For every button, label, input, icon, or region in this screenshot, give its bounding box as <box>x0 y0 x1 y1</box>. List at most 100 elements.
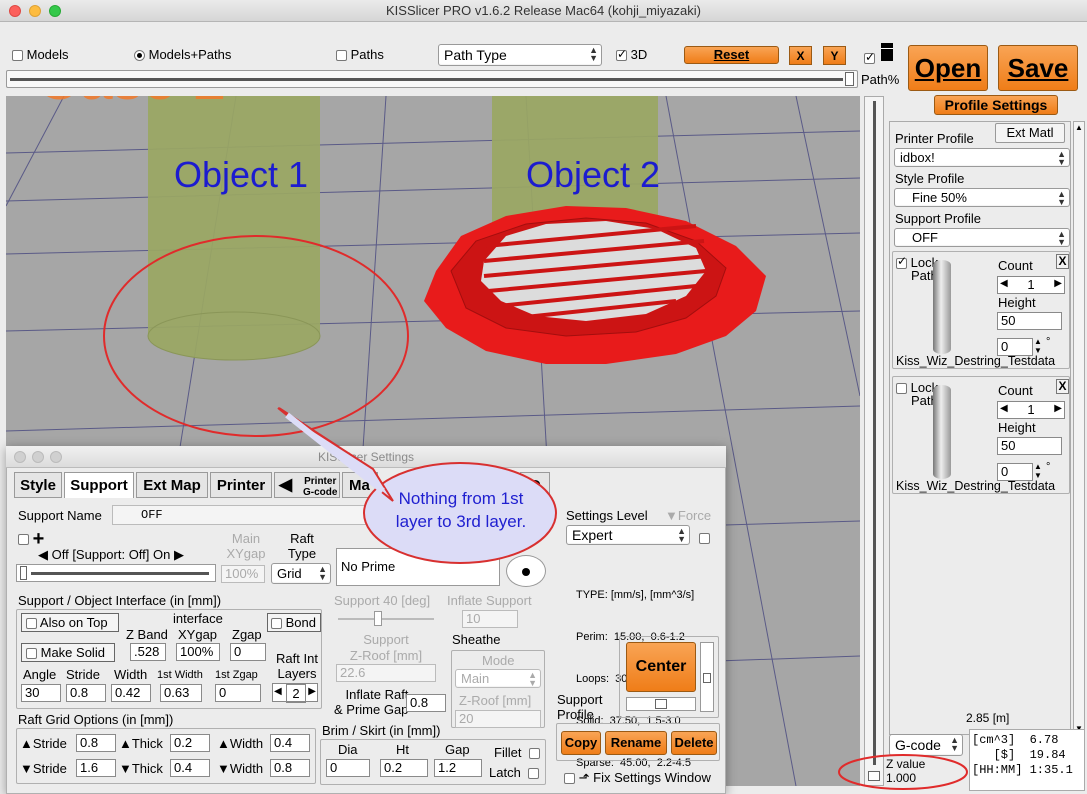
brim-dia-input[interactable]: 0 <box>326 759 370 777</box>
3d-checkbox-group[interactable]: 3D <box>616 47 647 62</box>
3d-checkbox[interactable] <box>616 47 627 62</box>
up-stride-input[interactable]: 0.8 <box>76 734 116 752</box>
height-input-2[interactable]: 50 <box>997 437 1062 455</box>
bond-toggle[interactable]: Bond <box>267 613 321 632</box>
first-zgap-input[interactable]: 0 <box>215 684 261 702</box>
raft-int-layers-value[interactable]: 2 <box>286 684 306 703</box>
up-thick-input[interactable]: 0.2 <box>170 734 210 752</box>
sheathe-mode-select[interactable]: Main ▲ ▼ <box>455 669 541 688</box>
support-angle-handle[interactable] <box>374 611 382 626</box>
increment-icon[interactable]: ▶ <box>1054 278 1062 289</box>
center-vertical-handle[interactable] <box>703 673 711 683</box>
make-solid-toggle[interactable]: Make Solid <box>21 643 115 662</box>
delete-profile-button[interactable]: Delete <box>671 731 717 755</box>
paths-checkbox-group[interactable]: Paths <box>336 47 384 62</box>
printer-profile-select[interactable]: idbox! ▲ ▼ <box>894 148 1070 167</box>
path-pct-checkbox-group[interactable] <box>864 50 875 65</box>
settings-level-select[interactable]: Expert ▲ ▼ <box>566 525 690 545</box>
close-window-button[interactable] <box>9 5 21 17</box>
support-enable-checkbox[interactable] <box>18 534 29 545</box>
down-thick-input[interactable]: 0.4 <box>170 759 210 777</box>
tab-ext-map[interactable]: Ext Map <box>136 472 208 498</box>
path-pct-checkbox[interactable] <box>864 50 875 65</box>
lock-paths-checkbox-1[interactable] <box>896 255 907 270</box>
paths-checkbox[interactable] <box>336 50 347 62</box>
fix-settings-checkbox[interactable] <box>564 773 575 785</box>
latch-checkbox[interactable] <box>528 768 540 780</box>
models-paths-radio-group[interactable]: Models+Paths <box>134 47 231 62</box>
increment-icon[interactable]: ▶ <box>308 686 316 697</box>
remove-object-button-1[interactable]: X <box>1056 254 1069 269</box>
settings-zoom-button[interactable] <box>50 451 62 463</box>
path-type-select[interactable]: Path Type ▲ ▼ <box>438 44 602 66</box>
inflate-raft-input[interactable]: 0.8 <box>406 694 446 712</box>
make-solid-checkbox[interactable] <box>26 648 37 660</box>
support-zroof-input[interactable]: 22.6 <box>336 664 436 682</box>
lock-paths-checkbox-2[interactable] <box>896 383 907 395</box>
rotation-stepper-icon[interactable]: ▲ ▼ <box>1034 337 1042 355</box>
tab-printer[interactable]: Printer <box>210 472 272 498</box>
count-stepper-2[interactable]: ◀ 1 ▶ <box>997 401 1065 419</box>
reset-button[interactable]: Reset <box>684 46 779 64</box>
open-button[interactable]: Open <box>908 45 988 91</box>
stride-input[interactable]: 0.8 <box>66 684 106 702</box>
object-1-cylinder[interactable] <box>147 96 321 361</box>
width-input[interactable]: 0.42 <box>111 684 151 702</box>
y-axis-button[interactable]: Y <box>823 46 846 65</box>
support-amount-slider[interactable] <box>16 564 216 582</box>
rotation-stepper-icon[interactable]: ▲ ▼ <box>1034 462 1042 480</box>
latch-group[interactable]: Latch <box>489 765 540 780</box>
support-profile-select[interactable]: OFF ▲ ▼ <box>894 228 1070 247</box>
main-xygap-input[interactable]: 100% <box>221 565 265 583</box>
minimize-window-button[interactable] <box>29 5 41 17</box>
ext-matl-button[interactable]: Ext Matl <box>995 123 1065 143</box>
center-horizontal-slider[interactable] <box>626 697 696 711</box>
raft-int-layers-stepper[interactable]: ◀ 2 ▶ <box>272 683 318 703</box>
center-horizontal-handle[interactable] <box>655 699 667 709</box>
force-checkbox-group[interactable] <box>699 530 710 545</box>
force-checkbox[interactable] <box>699 533 710 545</box>
also-on-top-toggle[interactable]: Also on Top <box>21 613 119 632</box>
bond-checkbox[interactable] <box>271 618 282 630</box>
sheathe-zroof-input[interactable]: 20 <box>455 710 541 728</box>
tab-support[interactable]: Support <box>64 472 134 498</box>
zband-input[interactable]: .528 <box>130 643 166 661</box>
remove-object-button-2[interactable]: X <box>1056 379 1069 394</box>
profile-settings-button[interactable]: Profile Settings <box>934 95 1058 115</box>
support-amount-handle[interactable] <box>20 566 27 580</box>
brim-gap-input[interactable]: 1.2 <box>434 759 482 777</box>
zoom-window-button[interactable] <box>49 5 61 17</box>
copy-profile-button[interactable]: Copy <box>561 731 601 755</box>
rename-profile-button[interactable]: Rename <box>605 731 667 755</box>
raft-type-select[interactable]: Grid ▲ ▼ <box>271 563 331 584</box>
models-checkbox[interactable] <box>12 50 23 62</box>
count-stepper-1[interactable]: ◀ 1 ▶ <box>997 276 1065 294</box>
decrement-icon[interactable]: ◀ <box>274 686 282 697</box>
angle-input[interactable]: 30 <box>21 684 61 702</box>
save-button[interactable]: Save <box>998 45 1078 91</box>
path-slider[interactable] <box>6 70 858 88</box>
style-profile-select[interactable]: Fine 50% ▲ ▼ <box>894 188 1070 207</box>
fix-settings-group[interactable]: ⬏ Fix Settings Window <box>564 770 711 786</box>
tab-style[interactable]: Style <box>14 472 62 498</box>
settings-close-button[interactable] <box>14 451 26 463</box>
down-width-input[interactable]: 0.8 <box>270 759 310 777</box>
height-input-1[interactable]: 50 <box>997 312 1062 330</box>
models-checkbox-group[interactable]: Models <box>12 47 69 62</box>
path-slider-handle[interactable] <box>845 72 854 86</box>
center-vertical-slider[interactable] <box>700 642 714 712</box>
x-axis-button[interactable]: X <box>789 46 812 65</box>
brim-ht-input[interactable]: 0.2 <box>380 759 428 777</box>
xygap-input[interactable]: 100% <box>176 643 220 661</box>
fillet-group[interactable]: Fillet <box>494 745 541 760</box>
down-stride-input[interactable]: 1.6 <box>76 759 116 777</box>
support-angle-slider[interactable] <box>336 611 436 627</box>
up-width-input[interactable]: 0.4 <box>270 734 310 752</box>
also-on-top-checkbox[interactable] <box>26 618 37 630</box>
models-paths-radio[interactable] <box>134 50 145 62</box>
scroll-up-icon[interactable]: ▲ <box>1075 123 1083 132</box>
center-button[interactable]: Center <box>626 642 696 692</box>
inflate-support-input[interactable]: 10 <box>462 610 518 628</box>
fillet-checkbox[interactable] <box>529 748 541 760</box>
increment-icon[interactable]: ▶ <box>1054 403 1062 414</box>
